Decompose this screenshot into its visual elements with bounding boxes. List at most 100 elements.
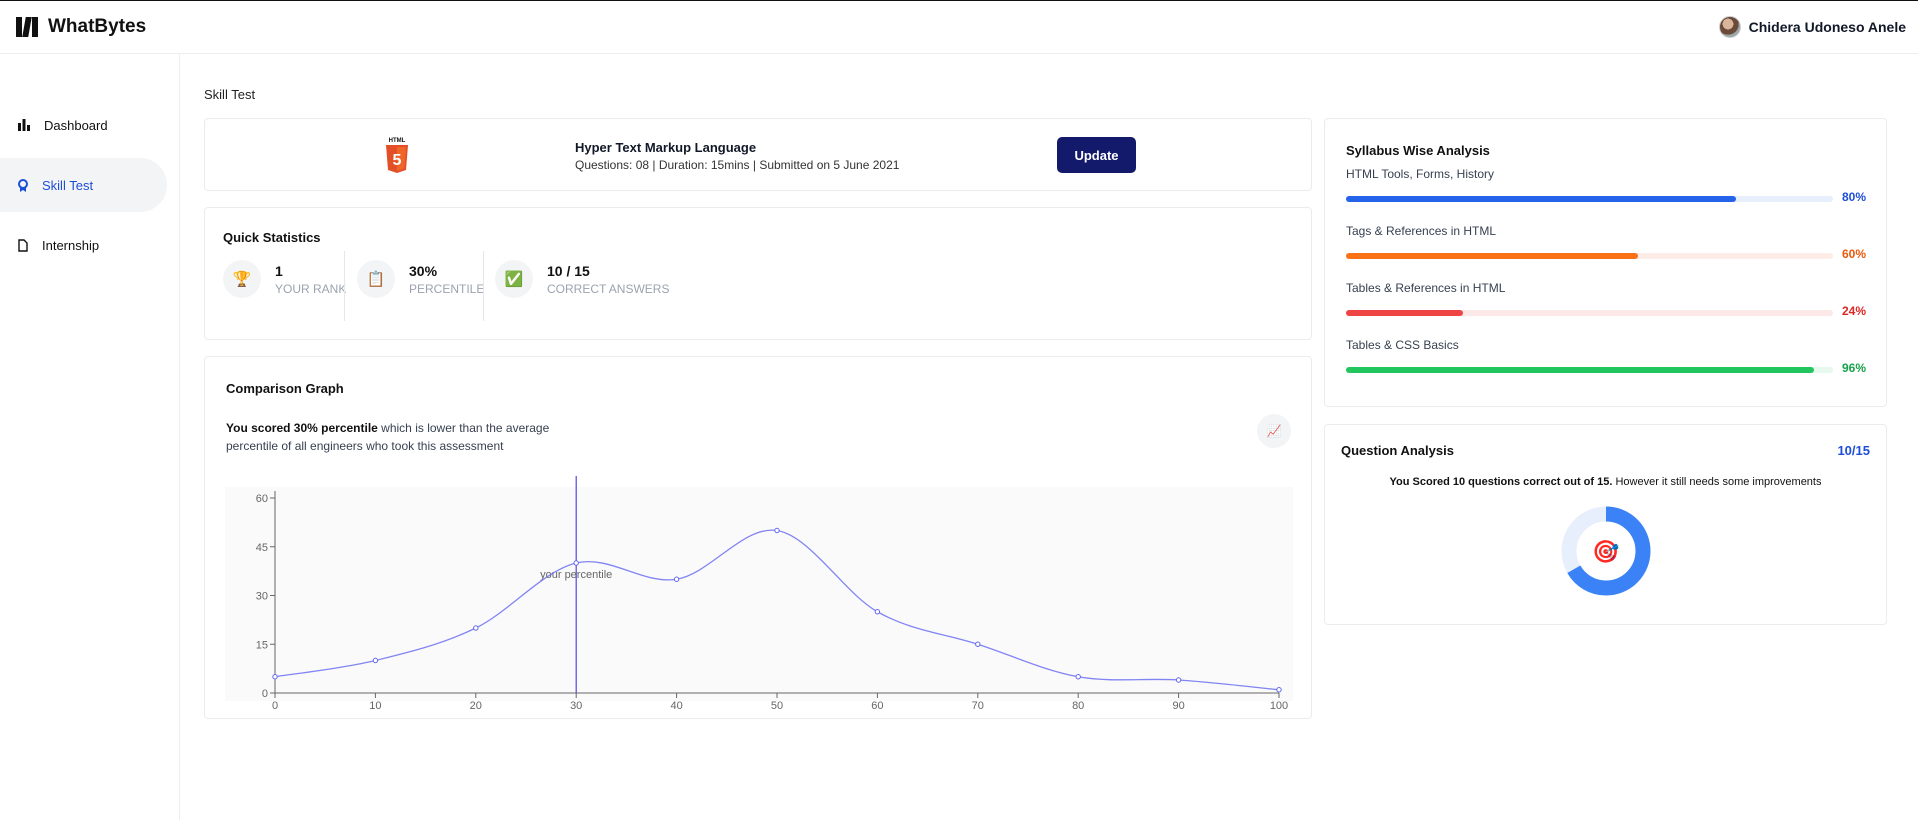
stat-label: PERCENTILE xyxy=(409,281,485,296)
qa-text-rest: However it still needs some improvements xyxy=(1612,476,1822,488)
syllabus-progress-fill xyxy=(1346,196,1736,202)
user-name: Chidera Udoneso Anele xyxy=(1748,19,1906,35)
page-title: Skill Test xyxy=(204,87,256,102)
divider xyxy=(483,251,484,321)
syllabus-item-label: Tags & References in HTML xyxy=(1346,224,1497,238)
quick-statistics-title: Quick Statistics xyxy=(223,230,321,245)
syllabus-progress-track xyxy=(1346,310,1833,316)
stat-value: 10 / 15 xyxy=(547,262,590,279)
data-point[interactable] xyxy=(874,609,881,615)
question-analysis-title: Question Analysis xyxy=(1341,443,1454,458)
update-button[interactable]: Update xyxy=(1057,137,1136,173)
question-score: 10/15 xyxy=(1837,443,1870,458)
x-tick-label: 50 xyxy=(771,700,783,712)
data-point[interactable] xyxy=(272,674,278,680)
divider xyxy=(344,251,345,321)
test-summary-card: HTML 5 Hyper Text Markup Language Questi… xyxy=(204,118,1312,191)
x-tick-label: 90 xyxy=(1172,700,1184,712)
sidebar-item-label: Skill Test xyxy=(42,177,94,193)
stat-correct-answers: ✅ 10 / 15 CORRECT ANSWERS xyxy=(495,251,669,307)
syllabus-item: Tables & CSS Basics 96% xyxy=(1346,338,1866,375)
x-tick-label: 100 xyxy=(1270,700,1288,712)
document-icon xyxy=(18,238,28,252)
badge-icon xyxy=(18,178,28,192)
stat-rank: 🏆 1 YOUR RANK xyxy=(223,251,346,307)
data-point[interactable] xyxy=(372,657,379,664)
data-point[interactable] xyxy=(1276,687,1282,693)
sidebar-item-label: Dashboard xyxy=(44,117,108,133)
x-tick-label: 20 xyxy=(470,700,482,712)
svg-text:5: 5 xyxy=(393,152,402,169)
syllabus-analysis-card: Syllabus Wise Analysis HTML Tools, Forms… xyxy=(1324,118,1887,407)
quick-statistics-card: Quick Statistics 🏆 1 YOUR RANK 📋 30% PER… xyxy=(204,207,1312,340)
y-tick-label: 30 xyxy=(256,591,268,603)
syllabus-item-percent: 24% xyxy=(1842,304,1867,318)
syllabus-progress-track xyxy=(1346,367,1833,373)
data-point[interactable] xyxy=(1175,677,1182,683)
y-tick-label: 0 xyxy=(262,688,268,700)
x-tick-label: 70 xyxy=(972,700,984,712)
logo-icon xyxy=(16,17,38,37)
stat-label: CORRECT ANSWERS xyxy=(547,281,670,296)
top-bar: WhatBytes Chidera Udoneso Anele xyxy=(0,0,1918,54)
check-icon: ✅ xyxy=(495,260,533,298)
clipboard-icon: 📋 xyxy=(357,260,395,298)
stat-label: YOUR RANK xyxy=(275,281,347,296)
x-tick-label: 10 xyxy=(369,700,381,712)
bar-chart-icon xyxy=(18,119,30,131)
syllabus-progress-track xyxy=(1346,196,1833,202)
question-analysis-text: You Scored 10 questions correct out of 1… xyxy=(1325,476,1886,488)
brand-name: WhatBytes xyxy=(48,16,147,37)
html5-logo-icon: HTML 5 xyxy=(386,138,408,173)
syllabus-progress-fill xyxy=(1346,253,1639,259)
question-analysis-card: Question Analysis 10/15 You Scored 10 qu… xyxy=(1324,424,1887,625)
syllabus-item: HTML Tools, Forms, History 80% xyxy=(1346,167,1866,204)
syllabus-progress-fill xyxy=(1346,367,1814,373)
y-tick-label: 15 xyxy=(256,639,268,651)
syllabus-title: Syllabus Wise Analysis xyxy=(1346,143,1490,158)
syllabus-item: Tables & References in HTML 24% xyxy=(1346,281,1866,318)
test-title: Hyper Text Markup Language xyxy=(575,140,757,155)
user-menu[interactable]: Chidera Udoneso Anele xyxy=(1718,16,1906,38)
chart-plot-area xyxy=(225,487,1293,701)
sidebar: Dashboard Skill Test Internship xyxy=(0,54,180,820)
syllabus-item-label: Tables & CSS Basics xyxy=(1346,338,1459,352)
syllabus-item-label: HTML Tools, Forms, History xyxy=(1346,167,1495,181)
data-point[interactable] xyxy=(1075,674,1081,680)
sidebar-item-internship[interactable]: Internship xyxy=(0,218,167,272)
trophy-icon: 🏆 xyxy=(223,260,261,298)
sidebar-item-dashboard[interactable]: Dashboard xyxy=(0,98,167,152)
stat-value: 30% xyxy=(409,262,438,279)
x-tick-label: 0 xyxy=(272,700,278,712)
qa-text-highlight: You Scored 10 questions correct out of 1… xyxy=(1389,476,1613,488)
syllabus-item-percent: 60% xyxy=(1842,247,1867,261)
data-point[interactable] xyxy=(573,560,579,566)
target-icon: 🎯 xyxy=(1592,539,1619,564)
stat-percentile: 📋 30% PERCENTILE xyxy=(357,251,484,307)
svg-text:HTML: HTML xyxy=(389,138,406,144)
brand-logo[interactable]: WhatBytes xyxy=(16,16,146,38)
data-point[interactable] xyxy=(673,576,680,582)
comparison-graph-card: Comparison Graph You scored 30% percenti… xyxy=(204,356,1312,719)
sidebar-item-skill-test[interactable]: Skill Test xyxy=(0,158,167,212)
data-point[interactable] xyxy=(473,625,479,631)
x-tick-label: 80 xyxy=(1072,700,1084,712)
syllabus-item-label: Tables & References in HTML xyxy=(1346,281,1506,295)
syllabus-progress-fill xyxy=(1346,310,1463,316)
comparison-chart: 0153045600 10 20 30 40 50 60 70 80 90 100your perc… xyxy=(225,476,1293,712)
syllabus-item: Tags & References in HTML 60% xyxy=(1346,224,1866,261)
data-point[interactable] xyxy=(975,641,981,647)
avatar[interactable] xyxy=(1718,16,1741,38)
x-tick-label: 40 xyxy=(670,700,682,712)
y-tick-label: 45 xyxy=(256,542,268,554)
data-point[interactable] xyxy=(774,527,780,534)
syllabus-progress-track xyxy=(1346,253,1833,259)
score-donut-chart: 🎯 xyxy=(1561,506,1651,596)
sidebar-item-label: Internship xyxy=(42,237,100,253)
test-meta: Questions: 08 | Duration: 15mins | Submi… xyxy=(575,158,900,172)
syllabus-item-percent: 80% xyxy=(1842,190,1867,204)
x-tick-label: 60 xyxy=(871,700,883,712)
y-tick-label: 60 xyxy=(256,493,268,505)
syllabus-item-percent: 96% xyxy=(1842,361,1867,375)
x-tick-label: 30 xyxy=(570,700,582,712)
